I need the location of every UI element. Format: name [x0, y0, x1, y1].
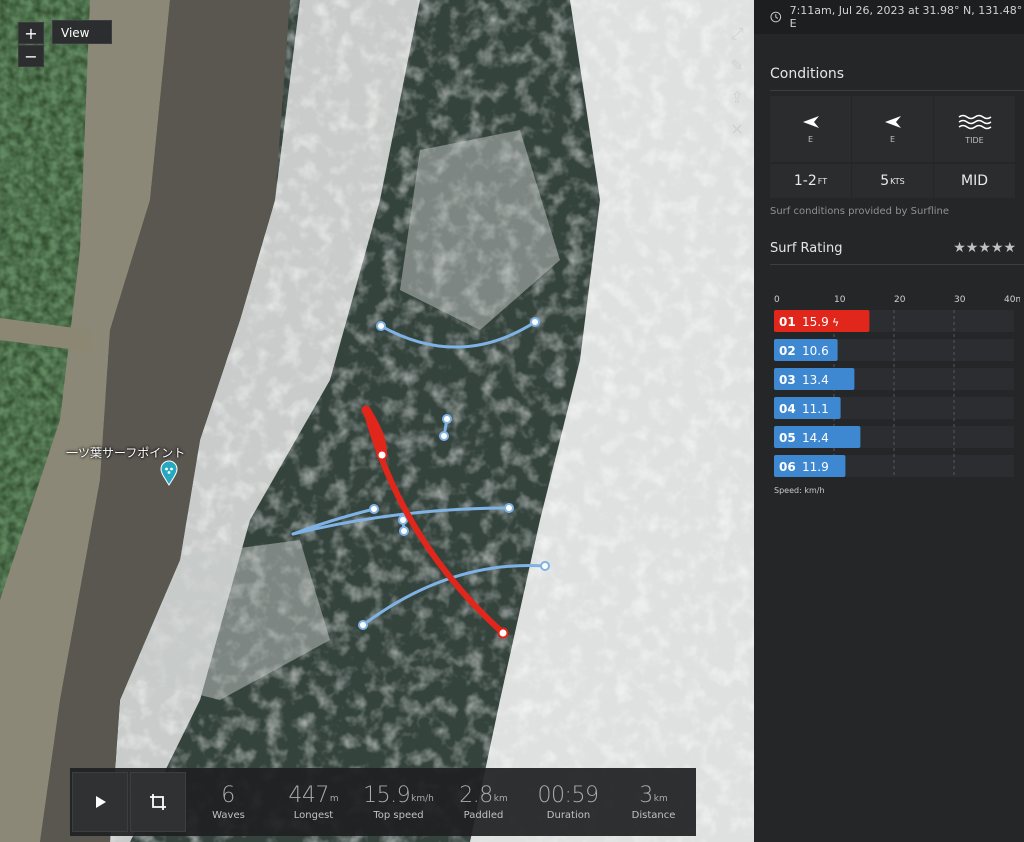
- stat-label: Distance: [631, 810, 676, 821]
- bar-category-label: 03: [779, 373, 796, 387]
- map-toolbar: ⤢ ✎ ⇪ ✕: [722, 18, 752, 146]
- poi-label: 一ツ葉サーフポイント: [66, 446, 186, 460]
- bar-value-label: 13.4: [802, 373, 829, 387]
- wind-speed: 5 KTS: [852, 164, 933, 198]
- stat-value: 447: [288, 783, 329, 808]
- surf-spot-pin-icon[interactable]: [160, 460, 178, 486]
- surf-rating-row: Surf Rating ★★★★★: [770, 240, 1016, 256]
- share-icon[interactable]: ⇪: [722, 82, 752, 114]
- stat-value: 00:59: [537, 783, 599, 808]
- crop-icon: [150, 794, 166, 810]
- bar-value-label: 11.1: [802, 402, 829, 416]
- satellite-imagery: [0, 0, 754, 842]
- wind-direction: E: [889, 134, 896, 144]
- stat-unit: km: [653, 794, 668, 804]
- x-tick-label: 0: [774, 295, 780, 305]
- bar-category-label: 06: [779, 460, 796, 474]
- stat-unit: km: [493, 794, 508, 804]
- stat-value: 6: [221, 783, 235, 808]
- fullscreen-icon[interactable]: ⤢: [722, 18, 752, 50]
- view-button[interactable]: View: [52, 20, 112, 44]
- crop-button[interactable]: [130, 772, 186, 832]
- x-tick-label: 10: [834, 295, 846, 305]
- tide-value: MID: [934, 164, 1015, 198]
- bar-category-label: 02: [779, 344, 796, 358]
- play-button[interactable]: [72, 772, 128, 832]
- swell-direction: E: [807, 134, 814, 144]
- swell-direction-arrow-icon: [802, 115, 819, 128]
- pencil-icon[interactable]: ✎: [722, 50, 752, 82]
- stat-label: Top speed: [373, 810, 424, 821]
- wind-direction-arrow-icon: [884, 115, 901, 128]
- clock-icon: [770, 11, 782, 23]
- divider: [770, 90, 1024, 91]
- swell-height: 1-2 FT: [770, 164, 851, 198]
- surf-rating-title: Surf Rating: [770, 240, 843, 256]
- bar-category-label: 01: [779, 315, 796, 329]
- session-timestamp: 7:11am, Jul 26, 2023 at 31.98° N, 131.48…: [789, 4, 1023, 30]
- zoom-out-button[interactable]: −: [18, 45, 44, 67]
- tide-label: TIDE: [965, 135, 984, 145]
- tide-cell: TIDE: [934, 96, 1015, 162]
- play-icon: [96, 796, 106, 808]
- stat-value: 15.9: [363, 783, 411, 808]
- wind-cell: E: [852, 96, 933, 162]
- bar-value-label: 11.9: [802, 460, 829, 474]
- session-timestamp-row: 7:11am, Jul 26, 2023 at 31.98° N, 131.48…: [754, 0, 1024, 34]
- conditions-provider-note: Surf conditions provided by Surfline: [770, 206, 950, 217]
- stat-top-speed: 15.9km/h Top speed: [356, 783, 441, 821]
- surf-rating-stars[interactable]: ★★★★★: [953, 240, 1016, 256]
- zoom-in-button[interactable]: +: [18, 22, 44, 44]
- stat-longest: 447m Longest: [271, 783, 356, 821]
- stat-label: Duration: [546, 810, 591, 821]
- wave-speed-chart: 0 10 20 30 40m 01 15.9 ϟ 02 10.6 03 13.4 04 11.1 05 14.…: [774, 295, 1020, 477]
- session-stats-bar: 6 Waves 447m Longest 15.9km/h Top speed …: [70, 768, 696, 836]
- bar-value-label: 10.6: [802, 344, 829, 358]
- bar-category-label: 05: [779, 431, 796, 445]
- x-tick-label: 30: [954, 295, 966, 305]
- x-tick-label: 40m: [1004, 295, 1020, 305]
- lightning-icon: ϟ: [832, 316, 839, 329]
- close-icon[interactable]: ✕: [722, 114, 752, 146]
- stat-paddled: 2.8km Paddled: [441, 783, 526, 821]
- stat-distance: 3km Distance: [611, 783, 696, 821]
- stat-label: Longest: [293, 810, 334, 821]
- bar-value-label: 15.9: [802, 315, 829, 329]
- swell-cell: E: [770, 96, 851, 162]
- stat-value: 3: [639, 783, 653, 808]
- stat-duration: 00:59 Duration: [526, 783, 611, 821]
- stat-label: Waves: [212, 810, 245, 821]
- divider: [770, 264, 1024, 265]
- speed-unit-note: Speed: km/h: [774, 486, 825, 495]
- bar-category-label: 04: [779, 402, 796, 416]
- bar-value-label: 14.4: [802, 431, 829, 445]
- stat-value: 2.8: [459, 783, 493, 808]
- stat-unit: m: [329, 794, 339, 804]
- tide-icon: [958, 114, 991, 129]
- x-tick-label: 20: [894, 295, 906, 305]
- stat-label: Paddled: [463, 810, 504, 821]
- conditions-grid: E E TIDE 1-2 FT 5 KTS MID: [770, 96, 1016, 198]
- stat-unit: km/h: [411, 794, 434, 804]
- stat-waves: 6 Waves: [186, 783, 271, 821]
- map-view[interactable]: + − View ⤢ ✎ ⇪ ✕ 一ツ葉サーフポイント 6 Waves 447m…: [0, 0, 754, 842]
- conditions-title: Conditions: [770, 66, 845, 82]
